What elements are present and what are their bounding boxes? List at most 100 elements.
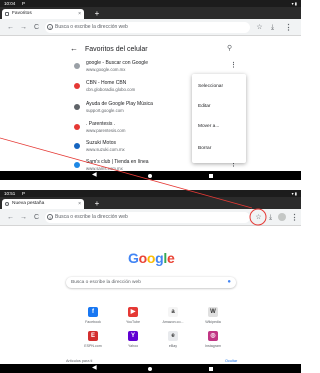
microphone-icon[interactable]: ● bbox=[227, 277, 231, 288]
site-icon: e bbox=[168, 331, 178, 341]
site-icon: ◎ bbox=[208, 331, 218, 341]
status-indicators: ▾ ▮ bbox=[291, 1, 297, 6]
status-time: 10:51 bbox=[4, 191, 16, 196]
search-placeholder: Busca o escribe la dirección web bbox=[71, 280, 141, 285]
forward-icon[interactable]: → bbox=[19, 23, 28, 32]
bookmark-item[interactable]: google - Buscar con Google www.google.com… bbox=[0, 58, 301, 76]
site-favicon-icon bbox=[74, 104, 80, 110]
download-icon[interactable]: ⤓ bbox=[268, 23, 277, 32]
shortcut-label: Instagram bbox=[205, 344, 221, 348]
new-tab-button[interactable]: + bbox=[93, 9, 101, 18]
site-favicon-icon bbox=[74, 83, 80, 89]
shortcut-tile[interactable]: ▶ YouTube bbox=[118, 307, 148, 329]
notification-icon: P bbox=[22, 1, 26, 6]
nav-home-icon[interactable] bbox=[148, 173, 152, 178]
tab-title: Favoritos bbox=[12, 11, 32, 16]
menu-item-edit[interactable]: Editar bbox=[198, 104, 211, 109]
bookmark-item[interactable]: Ayuda de Google Play Música support.googl… bbox=[0, 99, 301, 117]
address-bar[interactable]: i Busca o escribe la dirección web bbox=[45, 22, 250, 33]
logo-letter: g bbox=[155, 250, 164, 266]
bookmark-url: www.suzuki.com.mx bbox=[86, 147, 125, 152]
tab-strip: Nueva pestaña × + bbox=[0, 197, 301, 209]
status-indicators: ▾ ▮ bbox=[291, 191, 297, 196]
close-tab-icon[interactable]: × bbox=[78, 199, 81, 209]
bookmark-item[interactable]: CBN - Home CBNcbn.globoradio.globo.com⋮ bbox=[0, 78, 301, 96]
back-arrow-icon[interactable]: ← bbox=[70, 44, 78, 53]
site-icon: E bbox=[88, 331, 98, 341]
menu-icon[interactable]: ⋮ bbox=[284, 23, 293, 32]
address-bar[interactable]: i Busca o escribe la dirección web bbox=[45, 212, 250, 223]
close-tab-icon[interactable]: × bbox=[78, 9, 81, 19]
site-icon: f bbox=[88, 307, 98, 317]
status-time: 10:04 bbox=[4, 1, 16, 6]
profile-avatar[interactable] bbox=[278, 213, 286, 221]
bookmark-url: www.parentesis.com bbox=[86, 128, 126, 133]
download-icon[interactable]: ⤓ bbox=[266, 213, 275, 222]
shortcut-tile[interactable]: Y Yahoo bbox=[118, 331, 148, 353]
site-favicon-icon bbox=[74, 162, 80, 168]
shortcut-tile[interactable]: a Amazon.co... bbox=[158, 307, 188, 329]
tab-new-tab[interactable]: Nueva pestaña × bbox=[2, 199, 84, 209]
nav-home-icon[interactable] bbox=[148, 366, 152, 371]
logo-letter: o bbox=[138, 250, 148, 266]
search-icon[interactable]: ⚲ bbox=[227, 44, 232, 52]
bookmark-title: CBN - Home CBN bbox=[86, 80, 127, 86]
menu-icon[interactable]: ⋮ bbox=[290, 213, 299, 222]
site-favicon-icon bbox=[74, 63, 80, 69]
shortcut-label: Wikipedia bbox=[205, 320, 221, 324]
tab-favoritos[interactable]: Favoritos × bbox=[2, 9, 84, 19]
shortcut-label: eBay bbox=[168, 344, 178, 348]
status-bar: 10:51 P ▾ ▮ bbox=[0, 190, 301, 197]
bookmark-item[interactable]: Suzuki Motoswww.suzuki.com.mx⋮ bbox=[0, 138, 301, 156]
shortcut-tile[interactable]: W Wikipedia bbox=[198, 307, 228, 329]
bookmark-item[interactable]: . Parentesis .www.parentesis.com⋮ bbox=[0, 119, 301, 137]
reload-icon[interactable]: C bbox=[32, 213, 41, 222]
articles-header: Artículos para ti bbox=[66, 359, 93, 363]
more-options-icon[interactable]: ⋮ bbox=[230, 61, 237, 69]
site-icon: ▶ bbox=[128, 307, 138, 317]
shortcut-tile[interactable]: f Facebook bbox=[78, 307, 108, 329]
nav-recents-icon[interactable] bbox=[209, 366, 213, 371]
tab-title: Nueva pestaña bbox=[12, 201, 45, 206]
bookmark-url: support.google.com bbox=[86, 108, 124, 113]
bookmark-star-icon[interactable]: ☆ bbox=[255, 23, 264, 32]
nav-back-icon[interactable]: ◀ bbox=[92, 364, 97, 373]
hide-articles-button[interactable]: Ocultar bbox=[225, 359, 237, 363]
toolbar: ← → C i Busca o escribe la dirección web… bbox=[0, 209, 301, 226]
shortcut-label: ESPN.com bbox=[84, 344, 102, 348]
logo-letter: G bbox=[128, 250, 139, 266]
nav-recents-icon[interactable] bbox=[209, 173, 213, 178]
globe-icon bbox=[5, 202, 9, 206]
nav-back-icon[interactable]: ◀ bbox=[92, 171, 97, 180]
bookmark-url: cbn.globoradio.globo.com bbox=[86, 87, 136, 92]
search-box[interactable]: Busca o escribe la dirección web ● bbox=[66, 277, 236, 288]
bookmarks-screen: 10:04 P ▾ ▮ Favoritos × + ← → C i Busca … bbox=[0, 0, 301, 180]
site-icon: a bbox=[168, 307, 178, 317]
notification-icon: P bbox=[22, 191, 26, 196]
new-tab-screen: 10:51 P ▾ ▮ Nueva pestaña × + ← → C i Bu… bbox=[0, 190, 301, 373]
site-icon: Y bbox=[128, 331, 138, 341]
bookmark-title: Sam's club | Tienda en línea bbox=[86, 159, 149, 165]
bookmark-star-icon[interactable]: ☆ bbox=[254, 213, 263, 222]
new-tab-button[interactable]: + bbox=[93, 199, 101, 208]
logo-letter: e bbox=[166, 250, 175, 266]
bookmark-url: www.google.com.mx bbox=[86, 67, 126, 72]
shortcut-tile[interactable]: e eBay bbox=[158, 331, 188, 353]
back-icon[interactable]: ← bbox=[6, 23, 15, 32]
site-favicon-icon bbox=[74, 124, 80, 130]
shortcut-label: YouTube bbox=[125, 320, 141, 324]
reload-icon[interactable]: C bbox=[32, 23, 41, 32]
system-nav-bar: ◀ bbox=[0, 364, 301, 373]
site-favicon-icon bbox=[74, 143, 80, 149]
shortcut-tile[interactable]: ◎ Instagram bbox=[198, 331, 228, 353]
shortcut-label: Facebook bbox=[85, 320, 101, 324]
info-icon: i bbox=[47, 214, 53, 220]
menu-item-move[interactable]: Mover a... bbox=[198, 124, 219, 129]
forward-icon[interactable]: → bbox=[19, 213, 28, 222]
menu-item-select[interactable]: Seleccionar bbox=[198, 84, 223, 89]
bookmark-title: Suzuki Motos bbox=[86, 140, 117, 146]
shortcut-tile[interactable]: E ESPN.com bbox=[78, 331, 108, 353]
menu-item-delete[interactable]: Borrar bbox=[198, 146, 211, 151]
back-icon[interactable]: ← bbox=[6, 213, 15, 222]
bookmark-title: . Parentesis . bbox=[86, 121, 116, 127]
